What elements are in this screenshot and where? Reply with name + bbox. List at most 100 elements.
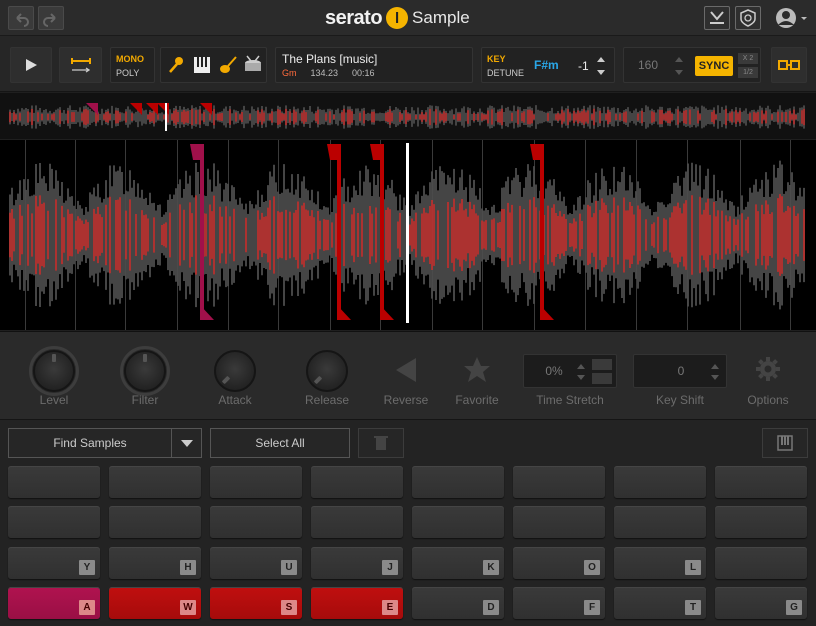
sample-pad[interactable] [715, 547, 807, 579]
reverse-label: Reverse [383, 393, 429, 407]
filter-knob[interactable] [124, 350, 166, 392]
drums-filter[interactable] [242, 54, 264, 76]
time-stretch-field[interactable]: 0% [523, 354, 617, 388]
sample-pad[interactable] [109, 506, 201, 538]
instrument-selector [160, 47, 267, 83]
guitar-icon [220, 56, 237, 73]
redo-icon [43, 13, 56, 27]
sample-pad[interactable]: D [412, 587, 504, 619]
keyboard-mode-button[interactable] [762, 428, 808, 458]
main-waveform[interactable] [0, 140, 816, 330]
sample-pad[interactable]: A [8, 587, 100, 619]
sample-pad[interactable] [715, 466, 807, 498]
favorite-label: Favorite [455, 393, 499, 407]
stretch-half-button[interactable] [592, 373, 612, 384]
sample-pad[interactable] [311, 466, 403, 498]
sample-pad[interactable]: J [311, 547, 403, 579]
sample-pad[interactable]: K [412, 547, 504, 579]
sample-pad[interactable] [8, 506, 100, 538]
sample-pad[interactable] [8, 466, 100, 498]
loop-mode-button[interactable] [59, 47, 102, 83]
options-button[interactable] [753, 354, 783, 384]
sample-pad[interactable]: T [614, 587, 706, 619]
select-all-button[interactable]: Select All [210, 428, 350, 458]
key-shift-stepper-icon[interactable] [708, 360, 722, 384]
sample-pad[interactable] [210, 466, 302, 498]
half-tempo-button[interactable]: 1/2 [738, 67, 758, 78]
keys-filter[interactable] [191, 54, 213, 76]
shield-search-icon [740, 9, 756, 27]
track-time: 00:16 [352, 68, 375, 78]
sync-button[interactable]: SYNC [695, 56, 733, 76]
key-shift-label: Key Shift [655, 393, 705, 407]
guitar-filter[interactable] [217, 54, 239, 76]
redo-button[interactable] [38, 6, 64, 30]
sample-pad[interactable]: S [210, 587, 302, 619]
pad-key-label: H [180, 560, 196, 575]
pad-key-label: L [685, 560, 701, 575]
sample-pad[interactable]: U [210, 547, 302, 579]
library-button[interactable] [735, 6, 761, 30]
filter-knob-pointer [143, 354, 147, 362]
sample-pad[interactable]: F [513, 587, 605, 619]
stretch-double-button[interactable] [592, 359, 612, 370]
track-meta: Gm 134.23 00:16 [282, 68, 375, 78]
play-button[interactable] [10, 47, 52, 83]
bpm-stepper-icon[interactable] [672, 52, 686, 80]
release-knob-pointer [313, 375, 323, 385]
release-label: Release [304, 393, 350, 407]
sample-pad[interactable] [412, 506, 504, 538]
sample-pad[interactable] [412, 466, 504, 498]
vocal-filter[interactable] [165, 54, 187, 76]
sample-pad[interactable] [513, 506, 605, 538]
find-samples-dropdown[interactable] [171, 428, 202, 458]
sample-pad[interactable]: Y [8, 547, 100, 579]
sample-pad[interactable] [311, 506, 403, 538]
delete-button[interactable] [358, 428, 404, 458]
overview-wave-red [9, 108, 805, 126]
reverse-button[interactable] [390, 354, 422, 386]
double-tempo-button[interactable]: X 2 [738, 53, 758, 64]
key-label: KEY [487, 54, 506, 64]
sample-pad[interactable] [210, 506, 302, 538]
main-waveform-graphic [9, 140, 805, 330]
sample-pad[interactable]: W [109, 587, 201, 619]
mono-poly-toggle[interactable]: MONO POLY [110, 47, 155, 83]
export-button[interactable] [704, 6, 730, 30]
download-icon [710, 11, 724, 24]
time-stretch-stepper-icon[interactable] [574, 360, 588, 384]
attack-knob-pointer [221, 375, 231, 385]
key-stepper-icon[interactable] [594, 52, 608, 80]
overview-waveform[interactable] [0, 93, 816, 139]
sample-pad[interactable]: E [311, 587, 403, 619]
sample-pad[interactable] [715, 506, 807, 538]
sample-pad[interactable] [109, 466, 201, 498]
attack-label: Attack [218, 393, 252, 407]
level-knob[interactable] [33, 350, 75, 392]
release-knob[interactable] [306, 350, 348, 392]
sample-pad[interactable]: G [715, 587, 807, 619]
sample-pad[interactable]: L [614, 547, 706, 579]
key-value[interactable]: F#m [534, 58, 559, 72]
trash-icon [374, 436, 388, 450]
main-playhead [406, 143, 409, 323]
pad-key-label: E [382, 600, 398, 615]
favorite-button[interactable] [461, 354, 493, 386]
title-bar: serato l Sample [0, 0, 816, 36]
key-shift-field[interactable]: 0 [633, 354, 727, 388]
detune-label: DETUNE [487, 68, 525, 78]
sample-pad[interactable] [614, 506, 706, 538]
account-menu[interactable] [774, 6, 808, 30]
pad-key-label: K [483, 560, 499, 575]
sample-pad[interactable] [513, 466, 605, 498]
link-button[interactable] [771, 47, 807, 83]
sample-pad[interactable] [614, 466, 706, 498]
tempo-section: 160 X 2 1/2 [623, 47, 761, 83]
find-samples-button[interactable]: Find Samples [8, 428, 172, 458]
attack-knob[interactable] [214, 350, 256, 392]
sample-pad[interactable]: O [513, 547, 605, 579]
time-stretch-label: Time Stretch [536, 393, 604, 407]
pad-key-label: U [281, 560, 297, 575]
undo-button[interactable] [8, 6, 34, 30]
sample-pad[interactable]: H [109, 547, 201, 579]
